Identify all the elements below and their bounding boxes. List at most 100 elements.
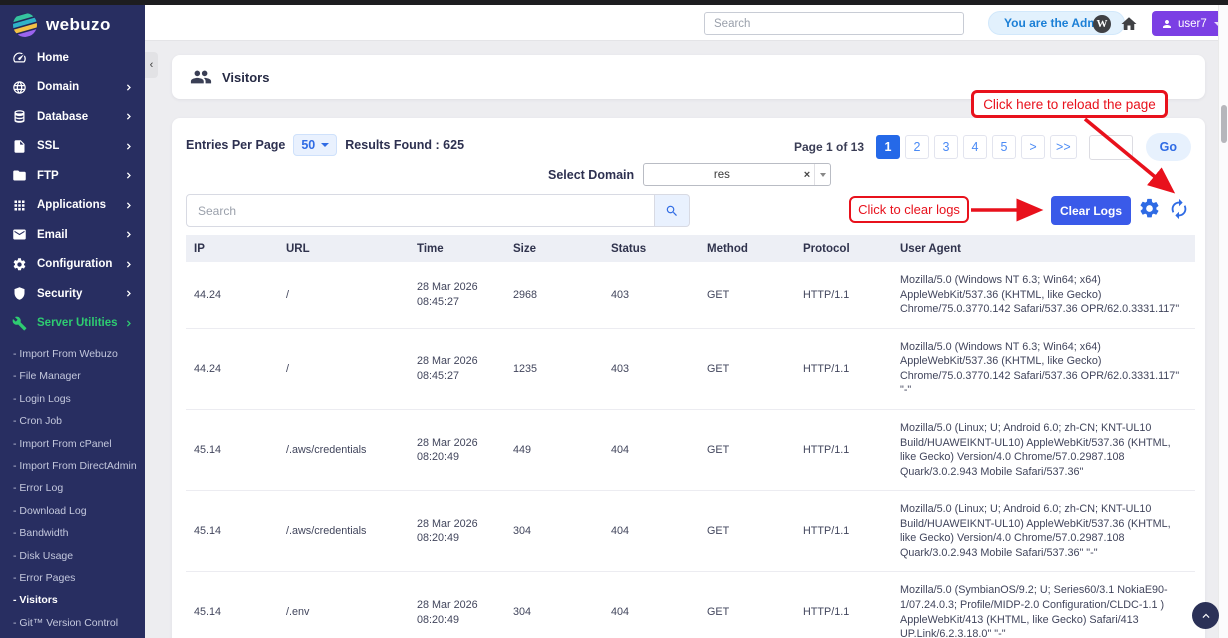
- column-header-method: Method: [699, 235, 795, 262]
- clear-logs-button[interactable]: Clear Logs: [1051, 196, 1131, 225]
- sidebar-subitem-cron-job[interactable]: - Cron Job: [0, 410, 145, 432]
- person-icon: [1161, 18, 1173, 30]
- sidebar-item-security[interactable]: Security: [0, 279, 145, 309]
- cell-ip: 44.24: [186, 262, 278, 328]
- page-button-3[interactable]: 3: [934, 135, 958, 159]
- page-button-2[interactable]: 2: [905, 135, 929, 159]
- cell-ip: 45.14: [186, 409, 278, 490]
- entries-per-page-group: Entries Per Page 50 Results Found : 625: [186, 134, 464, 156]
- sidebar-subitem-disk-usage[interactable]: - Disk Usage: [0, 545, 145, 567]
- sidebar-item-ftp[interactable]: FTP: [0, 161, 145, 191]
- clear-selection-icon[interactable]: ×: [800, 169, 814, 181]
- cell-user-agent: Mozilla/5.0 (SymbianOS/9.2; U; Series60/…: [892, 572, 1195, 638]
- sidebar-item-configuration[interactable]: Configuration: [0, 250, 145, 280]
- cell-status: 404: [603, 491, 699, 572]
- database-icon: [12, 109, 27, 124]
- page-last-button[interactable]: >>: [1050, 135, 1077, 159]
- cell-time: 28 Mar 2026 08:20:49: [409, 491, 505, 572]
- username: user7: [1178, 18, 1207, 30]
- sidebar-collapse-toggle[interactable]: ‹: [145, 52, 158, 78]
- home-icon[interactable]: [1120, 15, 1138, 33]
- sidebar-subitem-import-from-directadmin[interactable]: - Import From DirectAdmin: [0, 455, 145, 477]
- cell-method: GET: [699, 572, 795, 638]
- cell-ip: 45.14: [186, 491, 278, 572]
- sidebar-item-ssl[interactable]: SSL: [0, 132, 145, 162]
- sidebar-item-home[interactable]: Home: [0, 43, 145, 73]
- visitors-panel: Entries Per Page 50 Results Found : 625 …: [172, 118, 1205, 638]
- sidebar-subitem-bandwidth[interactable]: - Bandwidth: [0, 522, 145, 544]
- scrollbar-thumb[interactable]: [1221, 105, 1227, 143]
- brand[interactable]: webuzo: [0, 5, 145, 43]
- table-row: 45.14 /.aws/credentials 28 Mar 2026 08:2…: [186, 409, 1195, 490]
- sidebar-subitem-git-version-control[interactable]: - Git™ Version Control: [0, 612, 145, 634]
- cell-protocol: HTTP/1.1: [795, 572, 892, 638]
- user-menu-button[interactable]: user7: [1152, 11, 1228, 36]
- sidebar-item-label: FTP: [37, 170, 59, 182]
- sidebar-subnav: - Import From Webuzo - File Manager - Lo…: [0, 343, 145, 634]
- sidebar-item-database[interactable]: Database: [0, 102, 145, 132]
- sidebar-subitem-import-from-cpanel[interactable]: - Import From cPanel: [0, 433, 145, 455]
- sidebar-subitem-error-pages[interactable]: - Error Pages: [0, 567, 145, 589]
- page-button-1[interactable]: 1: [876, 135, 900, 159]
- sidebar-subitem-login-logs[interactable]: - Login Logs: [0, 388, 145, 410]
- chevron-right-icon: [124, 260, 133, 269]
- sidebar-item-applications[interactable]: Applications: [0, 191, 145, 221]
- sidebar-subitem-visitors[interactable]: - Visitors: [0, 589, 145, 611]
- page-button-5[interactable]: 5: [992, 135, 1016, 159]
- topbar: You are the Admin W user7: [145, 5, 1218, 41]
- sidebar-item-server-utilities[interactable]: Server Utilities: [0, 309, 145, 339]
- shield-icon: [12, 286, 27, 301]
- table-row: 44.24 / 28 Mar 2026 08:45:27 1235 403 GE…: [186, 328, 1195, 409]
- topbar-search-input[interactable]: [704, 12, 964, 35]
- cell-user-agent: Mozilla/5.0 (Linux; U; Android 6.0; zh-C…: [892, 491, 1195, 572]
- chevron-right-icon: [124, 319, 133, 328]
- sidebar-item-domain[interactable]: Domain: [0, 73, 145, 103]
- chevron-down-icon: [814, 164, 830, 185]
- gears-icon: [12, 257, 27, 272]
- sidebar-subitem-import-from-webuzo[interactable]: - Import From Webuzo: [0, 343, 145, 365]
- reload-icon[interactable]: [1168, 198, 1190, 220]
- sidebar-subitem-error-log[interactable]: - Error Log: [0, 477, 145, 499]
- log-search-input[interactable]: [186, 194, 655, 227]
- chevron-right-icon: [124, 289, 133, 298]
- cell-status: 404: [603, 572, 699, 638]
- chevron-right-icon: [124, 112, 133, 121]
- sidebar-item-label: Domain: [37, 81, 79, 93]
- sidebar-subitem-download-log[interactable]: - Download Log: [0, 500, 145, 522]
- page-scrollbar[interactable]: [1218, 5, 1228, 638]
- cell-url: /.env: [278, 572, 409, 638]
- domain-select[interactable]: res ×: [643, 163, 831, 186]
- browser-top-strip: [0, 0, 1228, 5]
- column-header-url: URL: [278, 235, 409, 262]
- pagination-status: Page 1 of 13: [794, 140, 864, 154]
- dashboard-icon: [12, 50, 27, 65]
- cell-url: /.aws/credentials: [278, 491, 409, 572]
- cell-url: /.aws/credentials: [278, 409, 409, 490]
- sidebar-item-email[interactable]: Email: [0, 220, 145, 250]
- chevron-up-icon: [1199, 609, 1213, 623]
- search-button[interactable]: [655, 194, 690, 227]
- sidebar-subitem-file-manager[interactable]: - File Manager: [0, 365, 145, 387]
- page-number-input[interactable]: [1089, 135, 1133, 160]
- visitors-group-icon: [190, 66, 212, 88]
- wordpress-icon[interactable]: W: [1093, 15, 1111, 33]
- page-next-button[interactable]: >: [1021, 135, 1045, 159]
- folder-icon: [12, 168, 27, 183]
- cell-protocol: HTTP/1.1: [795, 409, 892, 490]
- visitors-table: IP URL Time Size Status Method Protocol …: [186, 235, 1195, 638]
- go-button[interactable]: Go: [1146, 133, 1191, 161]
- sidebar-item-label: SSL: [37, 140, 59, 152]
- column-header-time: Time: [409, 235, 505, 262]
- cell-user-agent: Mozilla/5.0 (Windows NT 6.3; Win64; x64)…: [892, 262, 1195, 328]
- wrench-icon: [12, 316, 27, 331]
- cell-method: GET: [699, 491, 795, 572]
- page-button-4[interactable]: 4: [963, 135, 987, 159]
- entries-per-page-select[interactable]: 50: [293, 134, 337, 156]
- sidebar-item-label: Email: [37, 229, 68, 241]
- settings-gear-icon[interactable]: [1138, 197, 1161, 220]
- cell-protocol: HTTP/1.1: [795, 262, 892, 328]
- cell-method: GET: [699, 328, 795, 409]
- column-header-ip: IP: [186, 235, 278, 262]
- scroll-to-top-button[interactable]: [1192, 602, 1219, 629]
- search-icon: [665, 204, 679, 218]
